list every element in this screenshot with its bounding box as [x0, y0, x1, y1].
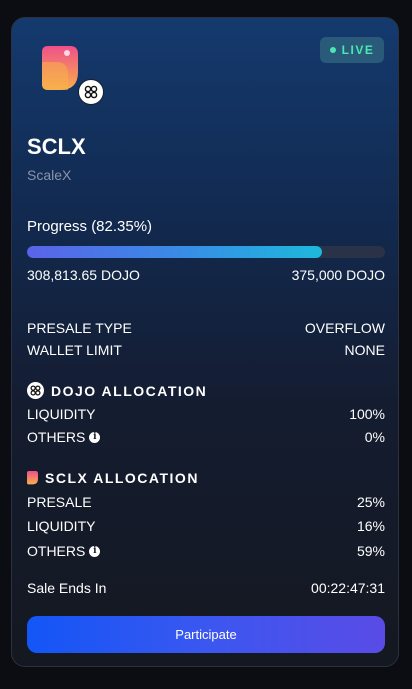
- dojo-icon: [27, 382, 44, 399]
- dojo-liquidity-row: LIQUIDITY 100%: [27, 406, 385, 422]
- sclx-presale-label: PRESALE: [27, 494, 92, 510]
- wallet-limit-value: NONE: [344, 342, 385, 358]
- sclx-others-label: OTHERS: [27, 543, 86, 559]
- progress-amounts: 308,813.65 DOJO 375,000 DOJO: [27, 267, 385, 283]
- info-icon[interactable]: i: [89, 545, 101, 557]
- dojo-others-value: 0%: [364, 429, 385, 445]
- sclx-liquidity-value: 16%: [356, 518, 385, 534]
- wallet-limit-row: WALLET LIMIT NONE: [27, 342, 385, 358]
- dojo-chain-icon: [78, 79, 104, 105]
- dojo-others-row: OTHERS i 0%: [27, 429, 385, 445]
- raised-amount: 308,813.65 DOJO: [27, 267, 140, 283]
- sclx-presale-value: 25%: [356, 494, 385, 510]
- sclx-liquidity-row: LIQUIDITY 16%: [27, 518, 385, 534]
- live-status-badge: LIVE: [320, 37, 384, 63]
- dojo-others-label: OTHERS: [27, 429, 86, 445]
- live-dot-icon: [329, 47, 336, 53]
- dojo-liquidity-value: 100%: [349, 406, 385, 422]
- live-status-label: LIVE: [341, 43, 375, 57]
- sclx-presale-row: PRESALE 25%: [27, 494, 385, 510]
- presale-type-row: PRESALE TYPE OVERFLOW: [27, 320, 385, 336]
- sale-countdown: 00:22:47:31: [311, 580, 385, 596]
- dojo-liquidity-label: LIQUIDITY: [27, 406, 96, 422]
- dojo-allocation-header: DOJO ALLOCATION: [27, 382, 207, 399]
- progress-bar-fill: [27, 246, 322, 258]
- progress-bar: [27, 246, 385, 258]
- sclx-others-row: OTHERS i 59%: [27, 543, 385, 559]
- presale-type-label: PRESALE TYPE: [27, 320, 132, 336]
- sclx-logo-icon: [42, 46, 78, 90]
- presale-type-value: OVERFLOW: [304, 320, 385, 336]
- sclx-allocation-title: SCLX ALLOCATION: [45, 470, 199, 486]
- sclx-allocation-header: SCLX ALLOCATION: [27, 470, 199, 486]
- sale-end-row: Sale Ends In 00:22:47:31: [27, 580, 385, 596]
- participate-button[interactable]: Participate: [27, 616, 385, 653]
- token-symbol: SCLX: [27, 134, 86, 159]
- token-name: ScaleX: [27, 167, 72, 183]
- dojo-allocation-title: DOJO ALLOCATION: [51, 382, 208, 399]
- sclx-liquidity-label: LIQUIDITY: [27, 518, 96, 534]
- sclx-others-value: 59%: [356, 543, 385, 559]
- presale-card: LIVE SCLX ScaleX Progress (82.35%) 308,8…: [11, 17, 399, 667]
- progress-label: Progress (82.35%): [27, 218, 153, 235]
- sclx-logo-icon: [27, 471, 38, 485]
- info-icon[interactable]: i: [89, 431, 101, 443]
- wallet-limit-label: WALLET LIMIT: [27, 342, 122, 358]
- sale-ends-label: Sale Ends In: [27, 580, 107, 596]
- goal-amount: 375,000 DOJO: [291, 267, 385, 283]
